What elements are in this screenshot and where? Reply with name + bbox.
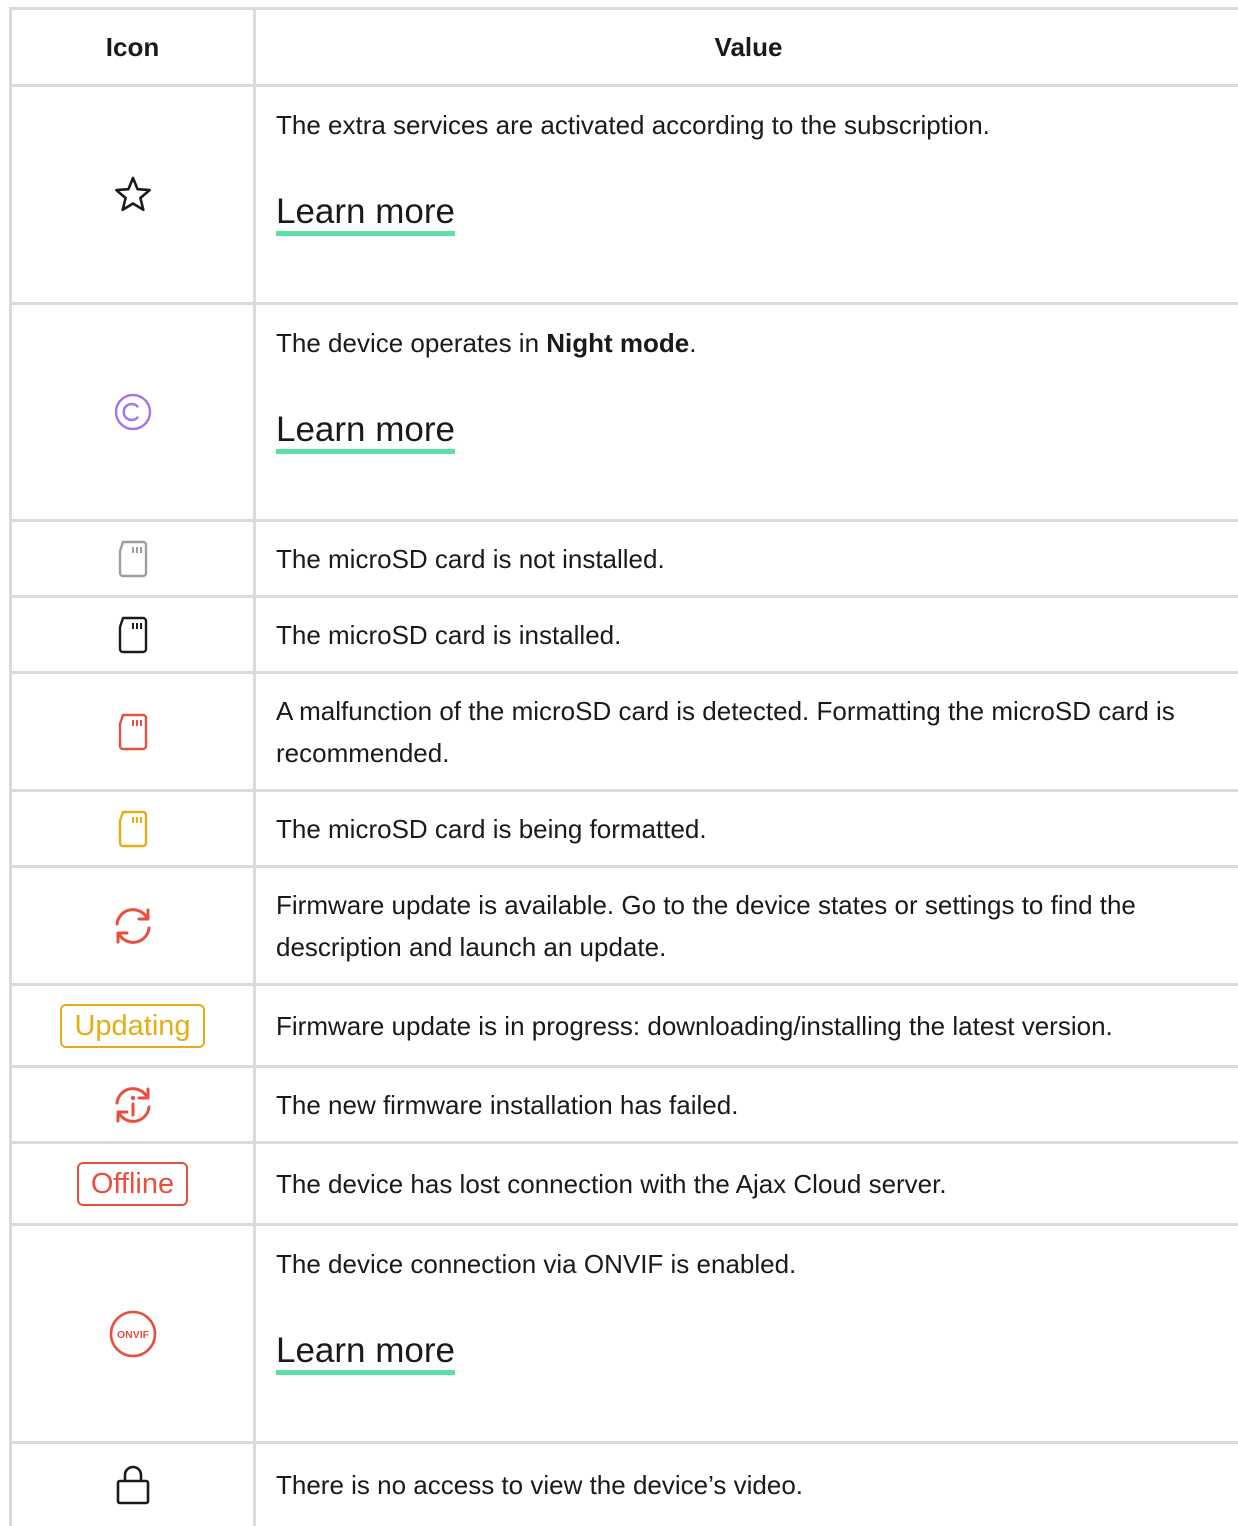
table-row: The microSD card is not installed. [12,522,1238,598]
firmware-update-icon [115,907,150,944]
updating-badge: Updating [60,1003,205,1048]
sd-card-formatting-icon [118,810,147,847]
table-row: The microSD card is installed. [12,598,1238,674]
table-row: The extra services are activated accordi… [12,87,1238,305]
table-header-row: Icon Value [12,10,1238,87]
star-icon [114,176,151,211]
row-description: The device operates in Night mode. [276,328,697,358]
learn-more-link[interactable]: Learn more [276,1333,455,1375]
row-description: Firmware update is available. Go to the … [276,889,1136,962]
row-description: The microSD card is being formatted. [276,813,707,844]
table-row: Offline The device has lost connection w… [12,1144,1238,1226]
row-description: The device connection via ONVIF is enabl… [276,1249,797,1279]
onvif-icon-label: ONVIF [116,1329,149,1341]
onvif-icon: ONVIF [109,1310,156,1357]
table-row: The microSD card is being formatted. [12,792,1238,868]
row-description: The extra services are activated accordi… [276,110,990,140]
table-row: The device operates in Night mode. Learn… [12,305,1238,522]
learn-more-link[interactable]: Learn more [276,194,455,236]
night-mode-label: Night mode [546,328,690,358]
row-description: The device has lost connection with the … [276,1168,947,1199]
table-row: There is no access to view the device’s … [12,1444,1238,1526]
header-value-column: Value [714,32,783,62]
night-mode-icon [114,393,151,431]
header-icon-column: Icon [12,10,256,84]
sd-card-not-installed-icon [118,540,147,577]
table-row: Updating Firmware update is in progress:… [12,986,1238,1068]
status-icons-table: Icon Value The extra services are activa… [9,7,1238,1526]
lock-icon [116,1465,149,1505]
row-description: A malfunction of the microSD card is det… [276,695,1175,768]
row-description: The new firmware installation has failed… [276,1089,739,1120]
row-description: The microSD card is not installed. [276,543,665,574]
row-description: The microSD card is installed. [276,619,622,650]
offline-badge: Offline [76,1161,189,1206]
table-row: A malfunction of the microSD card is det… [12,674,1238,792]
update-failed-icon [115,1086,150,1123]
row-description: There is no access to view the device’s … [276,1470,804,1500]
table-row: Firmware update is available. Go to the … [12,868,1238,986]
sd-card-installed-icon [118,616,147,653]
sd-card-malfunction-icon [118,713,147,750]
learn-more-link[interactable]: Learn more [276,412,455,454]
table-row: The new firmware installation has failed… [12,1068,1238,1144]
table-row: ONVIF The device connection via ONVIF is… [12,1226,1238,1444]
row-description: Firmware update is in progress: download… [276,1010,1113,1041]
